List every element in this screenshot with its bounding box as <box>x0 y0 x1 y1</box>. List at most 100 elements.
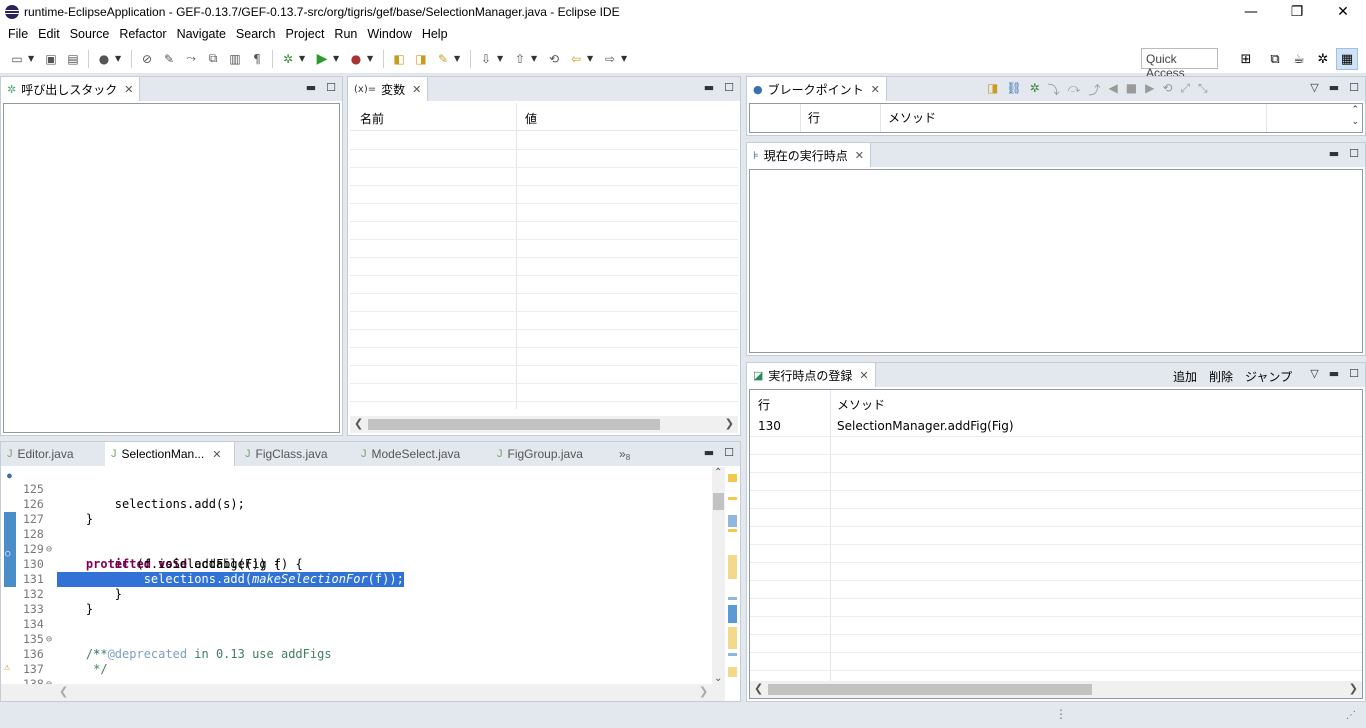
previous-annotation-dropdown-icon[interactable]: ▼ <box>531 54 539 63</box>
tab-overflow[interactable]: » 8 <box>613 442 636 466</box>
run-dropdown-icon[interactable]: ▼ <box>333 54 341 63</box>
column-header-method[interactable]: メソッド <box>837 396 885 413</box>
minimize-icon[interactable]: ▬ <box>1329 367 1339 380</box>
quick-access-field[interactable]: Quick Access <box>1141 48 1218 80</box>
skip-breakpoints-icon[interactable]: ⊘ <box>139 51 155 67</box>
tab-call-stack[interactable]: ✲ 呼び出しスタック ✕ <box>1 77 141 101</box>
tab-modeselect-java[interactable]: J ModeSelect.java <box>355 442 466 466</box>
open-breakpoint-icon[interactable]: ◨ <box>987 81 998 98</box>
collapse-icon[interactable]: ⤡ <box>1198 81 1208 98</box>
open-folder-icon[interactable]: ◨ <box>413 51 429 67</box>
drop-to-frame-icon[interactable]: ✎ <box>161 51 177 67</box>
column-header-method[interactable]: メソッド <box>888 109 936 126</box>
warning-marker[interactable] <box>728 474 737 482</box>
scroll-thumb[interactable] <box>713 493 724 510</box>
link-icon[interactable]: ⛓ <box>1006 81 1021 98</box>
new-dropdown-icon[interactable]: ▼ <box>28 54 36 63</box>
horizontal-scrollbar[interactable]: ❮ ❯ <box>350 416 738 433</box>
coverage-dropdown-icon[interactable]: ▼ <box>367 54 375 63</box>
resume-icon[interactable]: ▶ <box>1145 81 1154 98</box>
replay-icon[interactable]: ⟲ <box>1162 81 1172 98</box>
menu-navigate[interactable]: Navigate <box>172 27 231 41</box>
debug-icon[interactable]: ✲ <box>280 51 296 67</box>
new-icon[interactable]: ▭ <box>9 51 25 67</box>
table-row[interactable]: 130 SelectionManager.addFig(Fig) <box>750 416 1362 436</box>
column-header-name[interactable]: 名前 <box>360 110 384 127</box>
maximize-icon[interactable]: ☐ <box>1349 367 1359 380</box>
menu-source[interactable]: Source <box>65 27 115 41</box>
editor-horizontal-scrollbar[interactable]: ❮ ❯ <box>1 684 725 701</box>
tab-selection-manager-java[interactable]: J SelectionMan... ✕ <box>105 442 235 466</box>
close-icon[interactable]: ✕ <box>871 83 880 96</box>
open-type-icon[interactable]: ◧ <box>391 51 407 67</box>
breakpoints-table[interactable]: 行 メソッド ⌃ ⌄ <box>749 103 1363 133</box>
resize-grip-icon[interactable]: ⋰ <box>1346 710 1356 721</box>
scroll-up-icon[interactable]: ⌃ <box>714 467 722 478</box>
code-editor[interactable]: ● ○ ⚠ 125 selections.add(s); 126 } 127 1… <box>1 467 712 684</box>
variables-table[interactable]: 名前 値 ❮ ❯ <box>350 103 738 433</box>
call-stack-tree[interactable] <box>3 103 340 433</box>
minimize-button[interactable]: — <box>1228 0 1274 24</box>
restore-button[interactable]: ❐ <box>1274 0 1320 24</box>
jump-button[interactable]: ジャンプ <box>1245 368 1292 385</box>
scroll-left-icon[interactable]: ❮ <box>354 417 363 430</box>
maximize-icon[interactable]: ☐ <box>724 81 734 94</box>
close-button[interactable]: ✕ <box>1320 0 1366 24</box>
tab-variables[interactable]: (x)= 変数 ✕ <box>348 77 429 101</box>
forward-dropdown-icon[interactable]: ▼ <box>621 54 629 63</box>
scroll-thumb[interactable] <box>768 684 1092 695</box>
scroll-right-icon[interactable]: ❯ <box>1349 682 1358 695</box>
menu-run[interactable]: Run <box>329 27 362 41</box>
stop-icon[interactable]: ■ <box>1126 81 1137 98</box>
tab-figclass-java[interactable]: J FigClass.java <box>239 442 334 466</box>
tab-editor-java[interactable]: J Editor.java <box>1 442 80 466</box>
expand-icon[interactable]: ⤢ <box>1180 81 1190 98</box>
annotation-marker[interactable] <box>728 653 737 656</box>
view-menu-icon[interactable]: ▽ <box>1310 81 1318 94</box>
annotation-marker[interactable] <box>728 515 737 527</box>
step-into-icon[interactable]: ⤵ <box>1048 81 1060 98</box>
annotation-marker[interactable] <box>728 627 737 649</box>
close-icon[interactable]: ✕ <box>412 83 421 96</box>
delete-button[interactable]: 削除 <box>1209 368 1233 385</box>
annotation-marker[interactable] <box>728 555 737 579</box>
tab-figgroup-java[interactable]: J FigGroup.java <box>491 442 589 466</box>
maximize-icon[interactable]: ☐ <box>724 446 734 459</box>
close-icon[interactable]: ✕ <box>212 448 221 461</box>
show-whitespace-icon[interactable]: ¶ <box>249 51 265 67</box>
run-icon[interactable]: ▶ <box>314 51 330 67</box>
external-tools-icon[interactable]: ✎ <box>435 51 451 67</box>
maximize-icon[interactable]: ☐ <box>1349 147 1359 160</box>
previous-annotation-icon[interactable]: ⇧ <box>512 51 528 67</box>
menu-project[interactable]: Project <box>281 27 330 41</box>
scroll-right-icon[interactable]: ❯ <box>699 685 708 698</box>
coverage-icon[interactable]: ● <box>348 51 364 67</box>
close-icon[interactable]: ✕ <box>124 83 133 96</box>
column-header-value[interactable]: 値 <box>525 110 537 127</box>
user-dropdown-icon[interactable]: ▼ <box>115 54 123 63</box>
menu-edit[interactable]: Edit <box>33 27 65 41</box>
vertical-scrollbar[interactable]: ⌃ ⌄ <box>712 467 725 684</box>
menu-search[interactable]: Search <box>231 27 281 41</box>
horizontal-scrollbar[interactable]: ❮ ❯ <box>750 681 1362 698</box>
bug-icon[interactable]: ✲ <box>1030 81 1040 98</box>
minimize-icon[interactable]: ▬ <box>1329 81 1339 94</box>
scroll-updown-icon[interactable]: ⌃ ⌄ <box>1351 104 1359 128</box>
menu-file[interactable]: File <box>3 27 33 41</box>
overview-ruler[interactable] <box>725 467 740 684</box>
scroll-left-icon[interactable]: ❮ <box>754 682 763 695</box>
use-step-filters-icon[interactable]: ⤳ <box>183 51 199 67</box>
menu-help[interactable]: Help <box>417 27 453 41</box>
back-icon[interactable]: ⇦ <box>568 51 584 67</box>
column-header-line[interactable]: 行 <box>758 396 770 413</box>
scroll-thumb[interactable] <box>368 419 660 430</box>
java-perspective-icon[interactable]: ☕ <box>1288 48 1310 70</box>
java-ee-perspective-icon[interactable]: ⧉ <box>1264 48 1286 70</box>
last-edit-location-icon[interactable]: ⟲ <box>546 51 562 67</box>
maximize-icon[interactable]: ☐ <box>326 81 336 94</box>
back-dropdown-icon[interactable]: ▼ <box>587 54 595 63</box>
save-icon[interactable]: ▣ <box>43 51 59 67</box>
tab-breakpoints[interactable]: ● ブレークポイント ✕ <box>747 77 887 101</box>
close-icon[interactable]: ✕ <box>855 149 864 162</box>
scroll-left-icon[interactable]: ❮ <box>59 685 68 698</box>
